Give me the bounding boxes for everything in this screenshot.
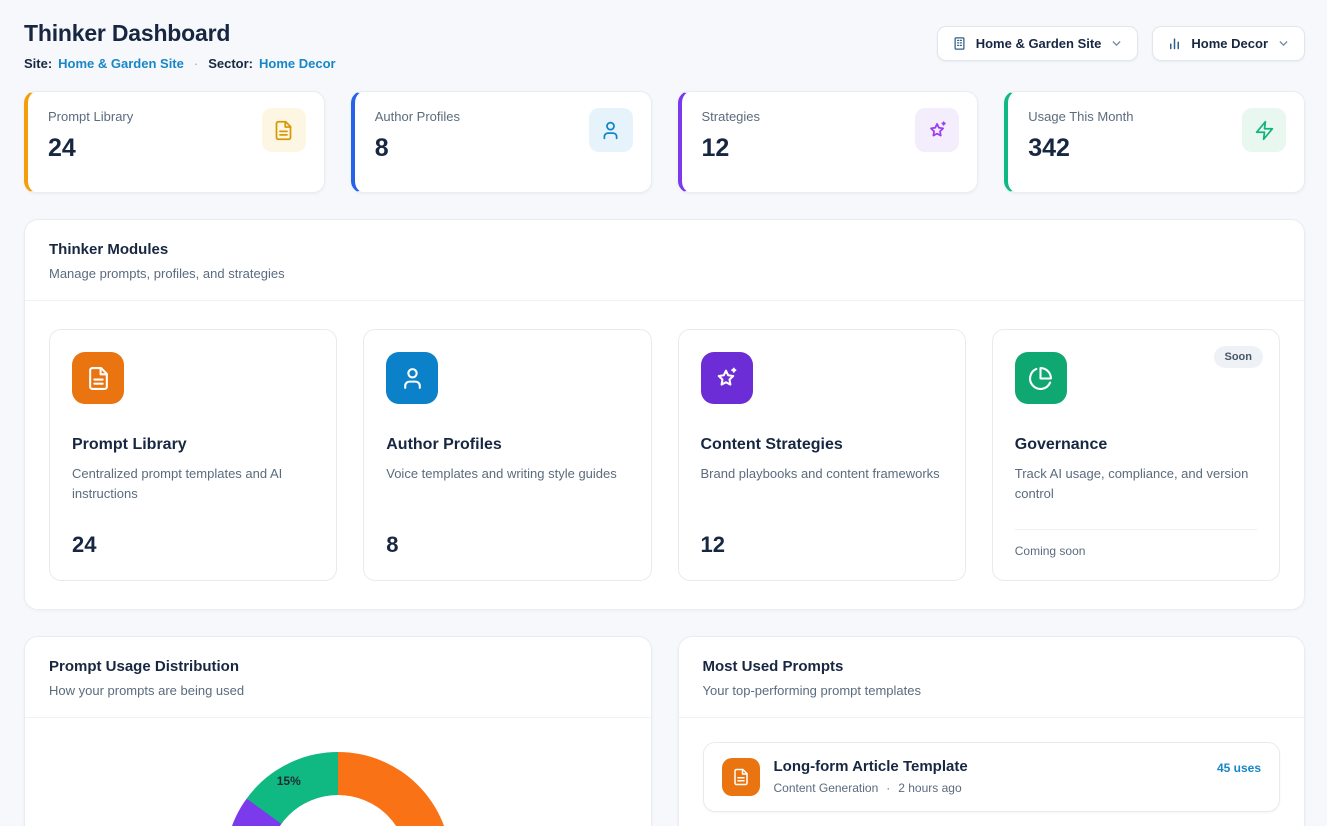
usage-subtitle: How your prompts are being used (49, 683, 627, 698)
meta-separator: · (194, 56, 198, 71)
sparkle-star-icon (915, 108, 959, 152)
header-selectors: Home & Garden Site Home Decor (937, 26, 1305, 61)
person-icon (589, 108, 633, 152)
site-label: Site: (24, 56, 52, 71)
most-used-prompts-panel: Most Used Prompts Your top-performing pr… (678, 636, 1306, 826)
person-icon (386, 352, 438, 404)
module-description: Voice templates and writing style guides (386, 464, 628, 484)
site-link[interactable]: Home & Garden Site (58, 56, 184, 71)
usage-chart-body: 15% (25, 718, 651, 826)
site-selector-dropdown[interactable]: Home & Garden Site (937, 26, 1139, 61)
sector-label: Sector: (208, 56, 253, 71)
modules-title: Thinker Modules (49, 241, 1280, 258)
site-selector-label: Home & Garden Site (976, 36, 1102, 51)
prompt-title: Long-form Article Template (774, 758, 1203, 775)
module-title: Author Profiles (386, 436, 628, 454)
module-title: Governance (1015, 436, 1257, 454)
page-header: Thinker Dashboard Site: Home & Garden Si… (24, 20, 1305, 71)
module-card-author-profiles[interactable]: Author Profiles Voice templates and writ… (363, 329, 651, 581)
soon-badge: Soon (1214, 346, 1264, 368)
prompts-subtitle: Your top-performing prompt templates (703, 683, 1281, 698)
prompt-time: 2 hours ago (898, 781, 961, 795)
sector-selector-label: Home Decor (1191, 36, 1268, 51)
module-description: Track AI usage, compliance, and version … (1015, 464, 1257, 504)
module-count: 8 (386, 516, 628, 558)
prompts-panel-header: Most Used Prompts Your top-performing pr… (679, 637, 1305, 718)
building-icon (952, 36, 967, 51)
module-title: Content Strategies (701, 436, 943, 454)
sector-selector-dropdown[interactable]: Home Decor (1152, 26, 1305, 61)
module-description: Brand playbooks and content frameworks (701, 464, 943, 484)
coming-soon-label: Coming soon (1015, 529, 1257, 558)
module-count: 12 (701, 516, 943, 558)
bottom-row: Prompt Usage Distribution How your promp… (24, 610, 1305, 826)
prompt-usage-panel: Prompt Usage Distribution How your promp… (24, 636, 652, 826)
chevron-down-icon (1277, 37, 1290, 50)
breadcrumb: Site: Home & Garden Site · Sector: Home … (24, 56, 336, 71)
module-card-prompt-library[interactable]: Prompt Library Centralized prompt templa… (49, 329, 337, 581)
modules-panel-header: Thinker Modules Manage prompts, profiles… (25, 220, 1304, 301)
prompts-list: Long-form Article Template Content Gener… (679, 718, 1305, 826)
sparkle-star-icon (701, 352, 753, 404)
thinker-dashboard-page: Thinker Dashboard Site: Home & Garden Si… (0, 0, 1327, 826)
stat-card-author-profiles: Author Profiles 8 (351, 91, 652, 193)
module-card-content-strategies[interactable]: Content Strategies Brand playbooks and c… (678, 329, 966, 581)
module-card-governance[interactable]: Soon Governance Track AI usage, complian… (992, 329, 1280, 581)
document-icon (72, 352, 124, 404)
document-icon (262, 108, 306, 152)
meta-separator: · (886, 781, 890, 795)
stat-card-prompt-library: Prompt Library 24 (24, 91, 325, 193)
modules-grid: Prompt Library Centralized prompt templa… (25, 301, 1304, 609)
prompt-list-item[interactable]: Long-form Article Template Content Gener… (703, 742, 1281, 812)
module-count: 24 (72, 516, 314, 558)
prompt-category: Content Generation (774, 781, 879, 795)
document-icon (722, 758, 760, 796)
stats-row: Prompt Library 24 Author Profiles 8 Stra… (24, 91, 1305, 193)
thinker-modules-panel: Thinker Modules Manage prompts, profiles… (24, 219, 1305, 610)
prompts-title: Most Used Prompts (703, 658, 1281, 675)
header-titles: Thinker Dashboard Site: Home & Garden Si… (24, 20, 336, 71)
prompt-meta: Content Generation · 2 hours ago (774, 781, 1203, 795)
pie-chart-icon (1015, 352, 1067, 404)
modules-subtitle: Manage prompts, profiles, and strategies (49, 266, 1280, 281)
prompt-usage-donut-chart: 15% (225, 752, 451, 826)
bar-chart-icon (1167, 36, 1182, 51)
page-title: Thinker Dashboard (24, 20, 336, 47)
chevron-down-icon (1110, 37, 1123, 50)
stat-card-usage: Usage This Month 342 (1004, 91, 1305, 193)
usage-panel-header: Prompt Usage Distribution How your promp… (25, 637, 651, 718)
module-title: Prompt Library (72, 436, 314, 454)
stat-card-strategies: Strategies 12 (678, 91, 979, 193)
lightning-icon (1242, 108, 1286, 152)
donut-slice-label: 15% (277, 774, 301, 788)
sector-link[interactable]: Home Decor (259, 56, 336, 71)
prompt-uses-badge: 45 uses (1217, 761, 1261, 775)
prompt-info: Long-form Article Template Content Gener… (774, 758, 1203, 795)
module-description: Centralized prompt templates and AI inst… (72, 464, 314, 504)
usage-title: Prompt Usage Distribution (49, 658, 627, 675)
